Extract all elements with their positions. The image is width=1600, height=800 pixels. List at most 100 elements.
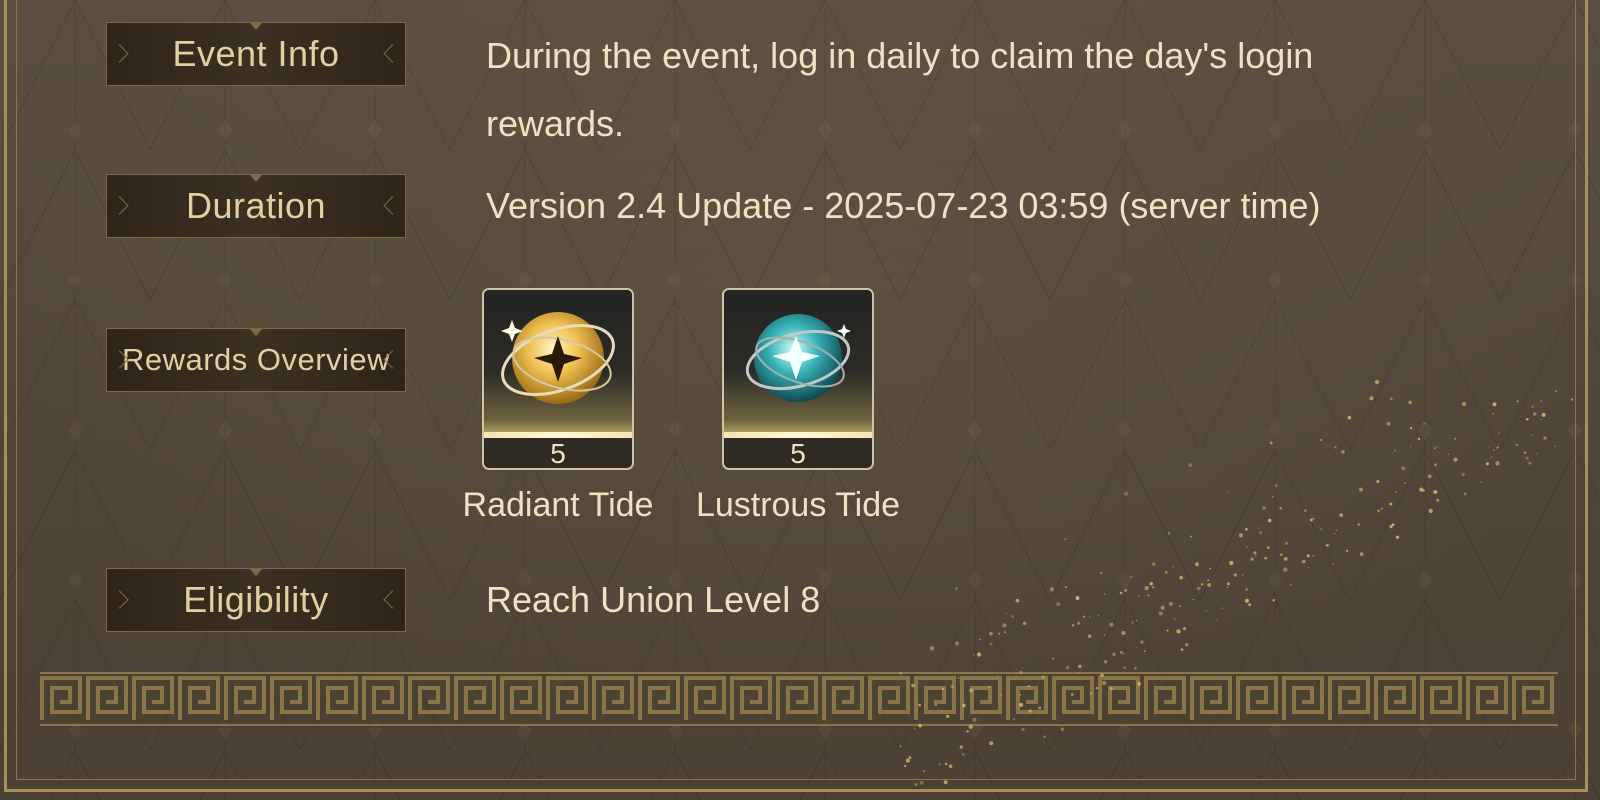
gold-dust-particle — [1395, 535, 1400, 539]
gold-dust-particle — [1540, 419, 1543, 421]
gold-dust-particle — [1419, 487, 1424, 492]
gold-dust-particle — [941, 687, 944, 690]
gold-dust-particle — [1209, 567, 1211, 570]
gold-dust-particle — [1359, 552, 1364, 556]
gold-dust-particle — [1241, 573, 1244, 576]
gold-dust-particle — [1103, 634, 1106, 636]
gold-dust-particle — [1304, 509, 1307, 512]
gold-dust-particle — [1112, 652, 1116, 657]
gold-dust-particle — [1264, 556, 1268, 560]
gold-dust-particle — [1254, 555, 1257, 557]
gold-dust-particle — [1307, 566, 1310, 569]
gold-dust-particle — [1272, 599, 1275, 602]
gold-dust-particle — [1259, 531, 1262, 535]
gold-dust-particle — [1377, 509, 1380, 513]
gold-dust-particle — [1065, 666, 1070, 670]
gold-dust-particle — [1492, 402, 1497, 407]
gold-dust-particle — [1244, 587, 1249, 592]
gold-dust-particle — [1200, 583, 1204, 586]
gold-dust-particle — [1002, 623, 1007, 628]
gold-dust-particle — [1205, 610, 1208, 612]
gold-dust-particle — [1151, 562, 1156, 566]
reward-count: 5 — [550, 438, 566, 469]
reward-name: Radiant Tide — [462, 486, 654, 524]
gold-dust-particle — [1279, 506, 1283, 510]
gold-dust-particle — [954, 641, 959, 646]
gold-dust-particle — [1215, 619, 1218, 621]
gold-dust-particle — [1327, 544, 1330, 547]
gold-dust-particle — [1493, 449, 1496, 452]
gold-dust-particle — [1332, 562, 1335, 566]
gold-dust-particle — [1540, 400, 1542, 402]
reward-item-lustrous-tide[interactable]: 5 Lustrous Tide — [696, 288, 900, 525]
gold-dust-particle — [1320, 438, 1323, 442]
gold-dust-particle — [1525, 417, 1529, 421]
gold-dust-particle — [1524, 451, 1527, 454]
gold-dust-particle — [961, 753, 965, 756]
gold-dust-particle — [1531, 434, 1533, 436]
gold-dust-particle — [1064, 538, 1067, 541]
gold-dust-particle — [1238, 533, 1243, 538]
gold-dust-particle — [899, 745, 902, 748]
gold-dust-particle — [922, 770, 926, 773]
gold-dust-particle — [1043, 735, 1046, 739]
gold-dust-particle — [1060, 727, 1064, 731]
gold-dust-particle — [1386, 421, 1391, 426]
gold-dust-particle — [904, 764, 907, 767]
gold-dust-particle — [1158, 611, 1163, 616]
gold-dust-particle — [1325, 544, 1329, 547]
gold-dust-particle — [1301, 559, 1306, 564]
gold-dust-particle — [1137, 595, 1140, 597]
gold-dust-particle — [929, 646, 935, 651]
gold-dust-particle — [1169, 602, 1173, 606]
gold-dust-particle — [1283, 567, 1288, 572]
gold-dust-particle — [1185, 643, 1189, 647]
reward-card[interactable]: 5 — [482, 288, 634, 470]
gold-dust-particle — [1189, 535, 1193, 538]
gold-dust-particle — [1275, 484, 1278, 487]
gold-dust-particle — [1149, 581, 1153, 586]
gold-dust-particle — [1271, 495, 1275, 498]
gold-dust-particle — [1498, 432, 1500, 435]
gold-dust-particle — [1453, 457, 1458, 462]
gold-dust-particle — [1173, 618, 1176, 621]
gold-dust-particle — [1119, 591, 1123, 595]
gold-dust-particle — [1369, 396, 1374, 401]
gold-dust-particle — [1290, 583, 1293, 586]
gold-dust-particle — [1269, 441, 1273, 445]
gold-dust-particle — [1341, 450, 1345, 454]
gold-dust-particle — [1195, 562, 1199, 567]
event-info-text-line2: rewards. — [486, 103, 625, 144]
gold-dust-particle — [996, 675, 999, 677]
gold-dust-particle — [1076, 621, 1081, 626]
reward-card[interactable]: 5 — [722, 288, 874, 470]
rewards-overview-label-text: Rewards Overview — [121, 342, 391, 377]
gold-dust-particle — [1192, 598, 1195, 601]
gold-dust-particle — [987, 685, 991, 689]
gold-dust-particle — [1049, 587, 1055, 592]
gold-dust-particle — [1496, 446, 1499, 449]
gold-dust-particle — [1135, 619, 1137, 622]
reward-count: 5 — [790, 438, 806, 469]
gold-dust-particle — [1435, 445, 1438, 448]
gold-dust-particle — [1454, 437, 1457, 440]
gold-dust-particle — [1306, 554, 1310, 558]
gold-dust-particle — [1253, 551, 1257, 555]
duration-label-text: Duration — [185, 185, 327, 226]
gold-dust-particle — [1070, 693, 1074, 696]
reward-item-radiant-tide[interactable]: 5 Radiant Tide — [463, 288, 653, 525]
gold-dust-particle — [1374, 379, 1380, 385]
event-panel: Event Info During the event, log in dail… — [0, 0, 1600, 800]
gold-dust-particle — [943, 780, 948, 785]
gold-dust-particle — [948, 764, 953, 769]
gold-dust-particle — [1176, 629, 1181, 634]
gold-dust-particle — [914, 727, 916, 730]
gold-dust-particle — [1011, 615, 1014, 618]
gold-dust-particle — [969, 688, 974, 693]
gold-dust-particle — [1461, 401, 1467, 407]
gold-dust-particle — [1554, 389, 1558, 393]
gold-dust-particle — [1357, 523, 1360, 526]
gold-dust-particle — [1395, 491, 1397, 493]
gold-dust-particle — [934, 703, 938, 707]
gold-dust-particle — [1245, 598, 1249, 603]
